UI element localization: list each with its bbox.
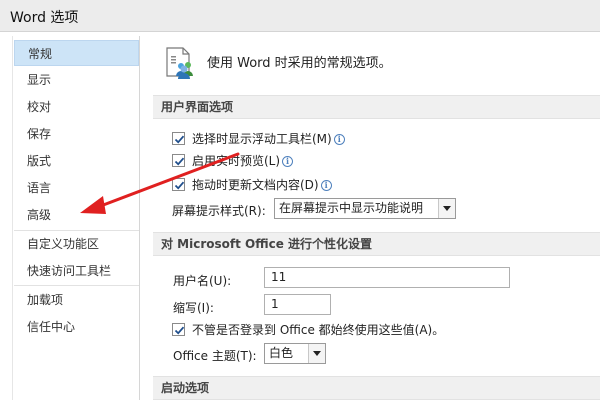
screentip-style-select[interactable]: 在屏幕提示中显示功能说明 <box>274 198 456 219</box>
options-main-panel: 使用 Word 时采用的常规选项。 用户界面选项 选择时显示浮动工具栏(M) i … <box>145 36 600 400</box>
sidebar-item-label: 常规 <box>28 47 53 61</box>
username-label: 用户名(U): <box>173 274 232 288</box>
section-ui-options: 用户界面选项 <box>153 95 600 119</box>
sidebar-item-label: 高级 <box>27 208 52 222</box>
checkbox[interactable] <box>172 323 185 336</box>
sidebar-item-layout[interactable]: 版式 <box>14 148 139 174</box>
option-label: 选择时显示浮动工具栏(M) <box>192 132 332 146</box>
options-sidebar: 常规 显示 校对 保存 版式 语言 高级 自定义功能区 快速访问工具栏 加载项 … <box>12 36 140 400</box>
checkmark-icon <box>174 135 185 144</box>
section-startup: 启动选项 <box>153 376 600 400</box>
checkbox[interactable] <box>172 178 185 191</box>
sidebar-item-display[interactable]: 显示 <box>14 67 139 93</box>
sidebar-item-label: 快速访问工具栏 <box>27 264 112 278</box>
initials-input[interactable]: 1 <box>264 294 331 315</box>
option-label: 启用实时预览(L) <box>192 154 281 168</box>
option-label: 拖动时更新文档内容(D) <box>192 178 319 192</box>
sidebar-item-label: 显示 <box>27 73 52 87</box>
sidebar-item-general[interactable]: 常规 <box>14 40 139 66</box>
office-theme-label: Office 主题(T): <box>173 349 257 363</box>
sidebar-item-addins[interactable]: 加载项 <box>14 287 139 313</box>
sidebar-item-label: 版式 <box>27 154 52 168</box>
sidebar-item-label: 加载项 <box>27 293 64 307</box>
chevron-down-icon[interactable] <box>438 199 455 218</box>
sidebar-item-proofing[interactable]: 校对 <box>14 94 139 120</box>
checkmark-icon <box>174 181 185 190</box>
sidebar-item-advanced[interactable]: 高级 <box>14 202 139 228</box>
select-value: 白色 <box>269 346 294 360</box>
sidebar-item-customize-ribbon[interactable]: 自定义功能区 <box>14 231 139 257</box>
sidebar-item-label: 保存 <box>27 127 52 141</box>
page-heading: 使用 Word 时采用的常规选项。 <box>207 56 392 71</box>
select-value: 在屏幕提示中显示功能说明 <box>279 201 424 215</box>
info-icon[interactable]: i <box>282 156 294 167</box>
checkbox[interactable] <box>172 154 185 167</box>
general-options-icon <box>166 47 193 79</box>
sidebar-item-label: 自定义功能区 <box>27 237 100 251</box>
sidebar-item-label: 校对 <box>27 100 52 114</box>
initials-label: 缩写(I): <box>173 301 214 315</box>
checkbox[interactable] <box>172 132 185 145</box>
checkmark-icon <box>174 157 185 166</box>
sidebar-item-language[interactable]: 语言 <box>14 175 139 201</box>
sidebar-item-label: 语言 <box>27 181 52 195</box>
title-bar: Word 选项 <box>0 0 600 32</box>
section-personalize: 对 Microsoft Office 进行个性化设置 <box>153 232 600 256</box>
sidebar-item-save[interactable]: 保存 <box>14 121 139 147</box>
username-input[interactable]: 11 <box>264 267 510 288</box>
info-icon[interactable]: i <box>320 180 332 191</box>
sidebar-item-trust-center[interactable]: 信任中心 <box>14 314 139 340</box>
info-icon[interactable]: i <box>333 134 345 145</box>
chevron-down-icon[interactable] <box>308 344 325 363</box>
checkmark-icon <box>174 326 185 335</box>
window-title: Word 选项 <box>10 10 79 26</box>
option-label: 不管是否登录到 Office 都始终使用这些值(A)。 <box>192 323 445 337</box>
sidebar-item-quick-access[interactable]: 快速访问工具栏 <box>14 258 139 284</box>
sidebar-divider <box>14 285 139 286</box>
sidebar-item-label: 信任中心 <box>27 320 76 334</box>
screentip-style-label: 屏幕提示样式(R): <box>172 204 266 218</box>
office-theme-select[interactable]: 白色 <box>264 343 326 364</box>
